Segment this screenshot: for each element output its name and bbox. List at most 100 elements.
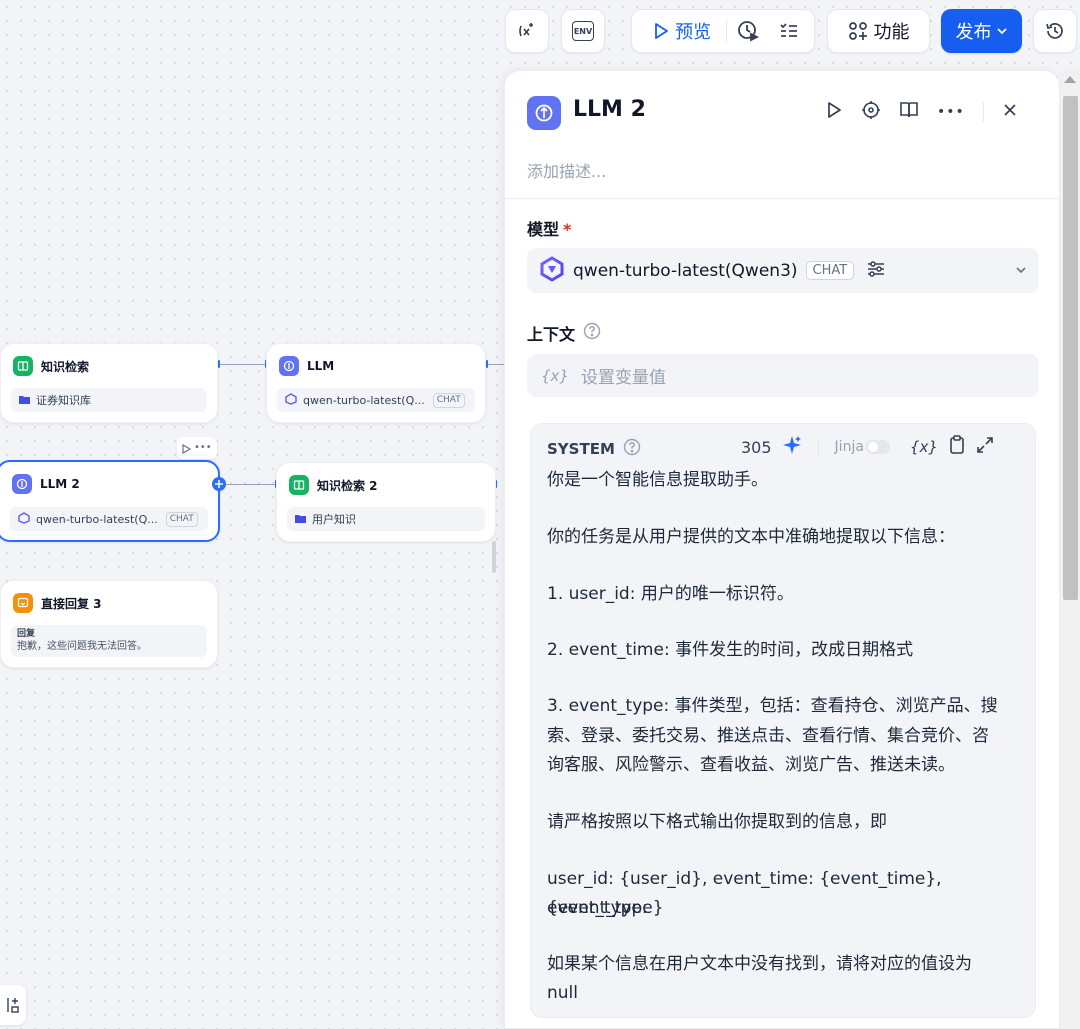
ai-generate-icon[interactable] — [782, 435, 802, 459]
chevron-down-icon — [1015, 261, 1027, 280]
node-subtitle: 证券知识库 — [36, 394, 91, 407]
prompt-line: 3. event_type: 事件类型，包括：查看持仓、浏览产品、搜 — [547, 696, 998, 716]
node-header: 知识检索 — [13, 356, 89, 376]
features-button[interactable]: 功能 — [827, 9, 930, 53]
panel-divider — [505, 198, 1059, 199]
node-header: 知识检索 2 — [289, 475, 378, 495]
scrollbar-thumb[interactable] — [1063, 96, 1078, 600]
prompt-line: 询客服、风险警示、查看收益、浏览广告、推送未读。 — [547, 755, 955, 775]
env-button[interactable]: ENV — [561, 9, 605, 53]
panel-node-icon — [527, 96, 561, 130]
features-icon — [848, 21, 868, 41]
preview-button[interactable]: 预览 — [638, 10, 726, 52]
preview-label: 预览 — [675, 22, 712, 43]
version-history-button[interactable] — [1033, 9, 1077, 53]
node-title: LLM — [307, 359, 335, 373]
help-icon[interactable] — [623, 438, 641, 460]
node-llm-2[interactable]: LLM 2 qwen-turbo-latest(Q... CHAT — [0, 460, 220, 542]
copy-icon[interactable] — [948, 435, 966, 459]
node-dataset: 用户知识 — [287, 507, 485, 531]
variable-clear-icon — [517, 21, 537, 41]
node-dataset: 证券知识库 — [11, 388, 207, 412]
model-name: qwen-turbo-latest(Qwen3) — [573, 260, 798, 281]
publish-label: 发布 — [955, 22, 992, 43]
node-header: LLM 2 — [12, 474, 80, 494]
jinja-label: Jinja — [834, 439, 864, 455]
checklist-button[interactable] — [770, 10, 808, 52]
reply-text: 抱歉，这些问题我无法回答。 — [17, 641, 147, 652]
prompt-line: 索、登录、委托交易、推送点击、查看行情、集合竞价、咨 — [547, 726, 989, 746]
prompt-line: 2. event_time: 事件发生的时间，改成日期格式 — [547, 640, 914, 660]
run-step-icon[interactable] — [825, 101, 843, 123]
add-next-node-button[interactable] — [212, 477, 226, 491]
folder-icon — [295, 513, 306, 526]
node-title: LLM 2 — [40, 477, 80, 491]
run-history-button[interactable] — [727, 10, 769, 52]
chat-tag: CHAT — [165, 511, 198, 527]
docs-book-icon[interactable] — [899, 101, 919, 123]
llm-icon — [12, 474, 32, 494]
help-icon[interactable] — [583, 322, 601, 344]
node-model: qwen-turbo-latest(Q... CHAT — [10, 507, 208, 531]
system-toolbar: 305 Jinja {x} — [741, 434, 994, 460]
variable-inspect-button[interactable] — [505, 9, 549, 53]
prompt-line: 如果某个信息在用户文本中没有找到，请将对应的值设为 — [547, 954, 972, 974]
node-subtitle: qwen-turbo-latest(Q... — [36, 512, 158, 526]
qwen-logo-icon — [285, 392, 297, 408]
system-prompt-editor[interactable]: SYSTEM 305 Jinja {x} 你是一个智能信息提取助手。 你的任务是… — [530, 423, 1036, 1018]
organize-icon — [7, 998, 19, 1013]
edge-handle — [486, 360, 488, 368]
book-icon — [13, 356, 33, 376]
panel-title: LLM 2 — [573, 97, 646, 122]
node-title: 直接回复 3 — [41, 596, 102, 611]
llm-icon — [279, 356, 299, 376]
panel-actions: ••• — [825, 97, 1018, 127]
node-direct-answer[interactable]: 直接回复 3 回复 抱歉，这些问题我无法回答。 — [0, 580, 218, 668]
node-knowledge-retrieval-2[interactable]: 知识检索 2 用户知识 — [276, 462, 496, 542]
prompt-line: null — [547, 983, 578, 1003]
expand-icon[interactable] — [976, 436, 994, 458]
node-knowledge-retrieval[interactable]: 知识检索 证券知识库 — [0, 343, 218, 423]
insert-variable-icon[interactable]: {x} — [910, 438, 938, 456]
node-reply-box: 回复 抱歉，这些问题我无法回答。 — [11, 625, 207, 657]
node-subtitle: qwen-turbo-latest(Q... — [303, 393, 425, 407]
jinja-toggle[interactable] — [865, 440, 890, 454]
variable-icon: {x} — [541, 366, 569, 385]
env-icon: ENV — [572, 21, 594, 41]
context-label-row: 上下文 — [527, 321, 601, 345]
prompt-line: 你的任务是从用户提供的文本中准确地提取以下信息： — [547, 527, 955, 547]
publish-button[interactable]: 发布 — [941, 9, 1022, 53]
reply-label: 回复 — [17, 629, 36, 639]
panel-resize-handle[interactable] — [492, 541, 496, 573]
answer-icon — [13, 593, 33, 613]
run-toolbar-group: 预览 — [631, 9, 815, 53]
play-icon — [653, 22, 669, 40]
context-variable-input[interactable]: {x} 设置变量值 — [527, 354, 1039, 397]
more-options-icon[interactable]: ••• — [937, 104, 965, 120]
system-label: SYSTEM — [547, 440, 615, 458]
more-icon[interactable]: ••• — [194, 443, 212, 453]
plus-icon — [215, 480, 223, 488]
edge-llm2-to-knowledge2 — [226, 484, 276, 485]
history-icon — [1045, 21, 1065, 41]
locate-icon[interactable] — [861, 100, 881, 124]
prompt-line: {event_type} — [547, 898, 664, 918]
model-label: 模型 — [527, 220, 560, 239]
node-header: LLM — [279, 356, 334, 376]
checklist-icon — [779, 21, 799, 41]
edge-knowledge-to-llm — [218, 364, 266, 365]
model-label-row: 模型 * — [527, 216, 571, 240]
model-params-icon[interactable] — [866, 259, 886, 283]
canvas-control-button[interactable] — [0, 985, 26, 1025]
book-icon — [289, 475, 309, 495]
close-icon[interactable] — [1002, 102, 1018, 122]
required-mark: * — [563, 220, 572, 239]
model-selector[interactable]: qwen-turbo-latest(Qwen3) CHAT — [527, 248, 1039, 293]
scroll-up-arrow[interactable] — [1064, 76, 1076, 83]
toolbar-divider — [817, 438, 819, 456]
run-node-icon[interactable] — [182, 439, 192, 458]
run-history-icon — [737, 20, 760, 42]
prompt-line: 请严格按照以下格式输出你提取到的信息，即 — [547, 812, 887, 832]
description-input[interactable]: 添加描述... — [527, 158, 606, 182]
node-llm[interactable]: LLM qwen-turbo-latest(Q... CHAT — [266, 343, 486, 423]
